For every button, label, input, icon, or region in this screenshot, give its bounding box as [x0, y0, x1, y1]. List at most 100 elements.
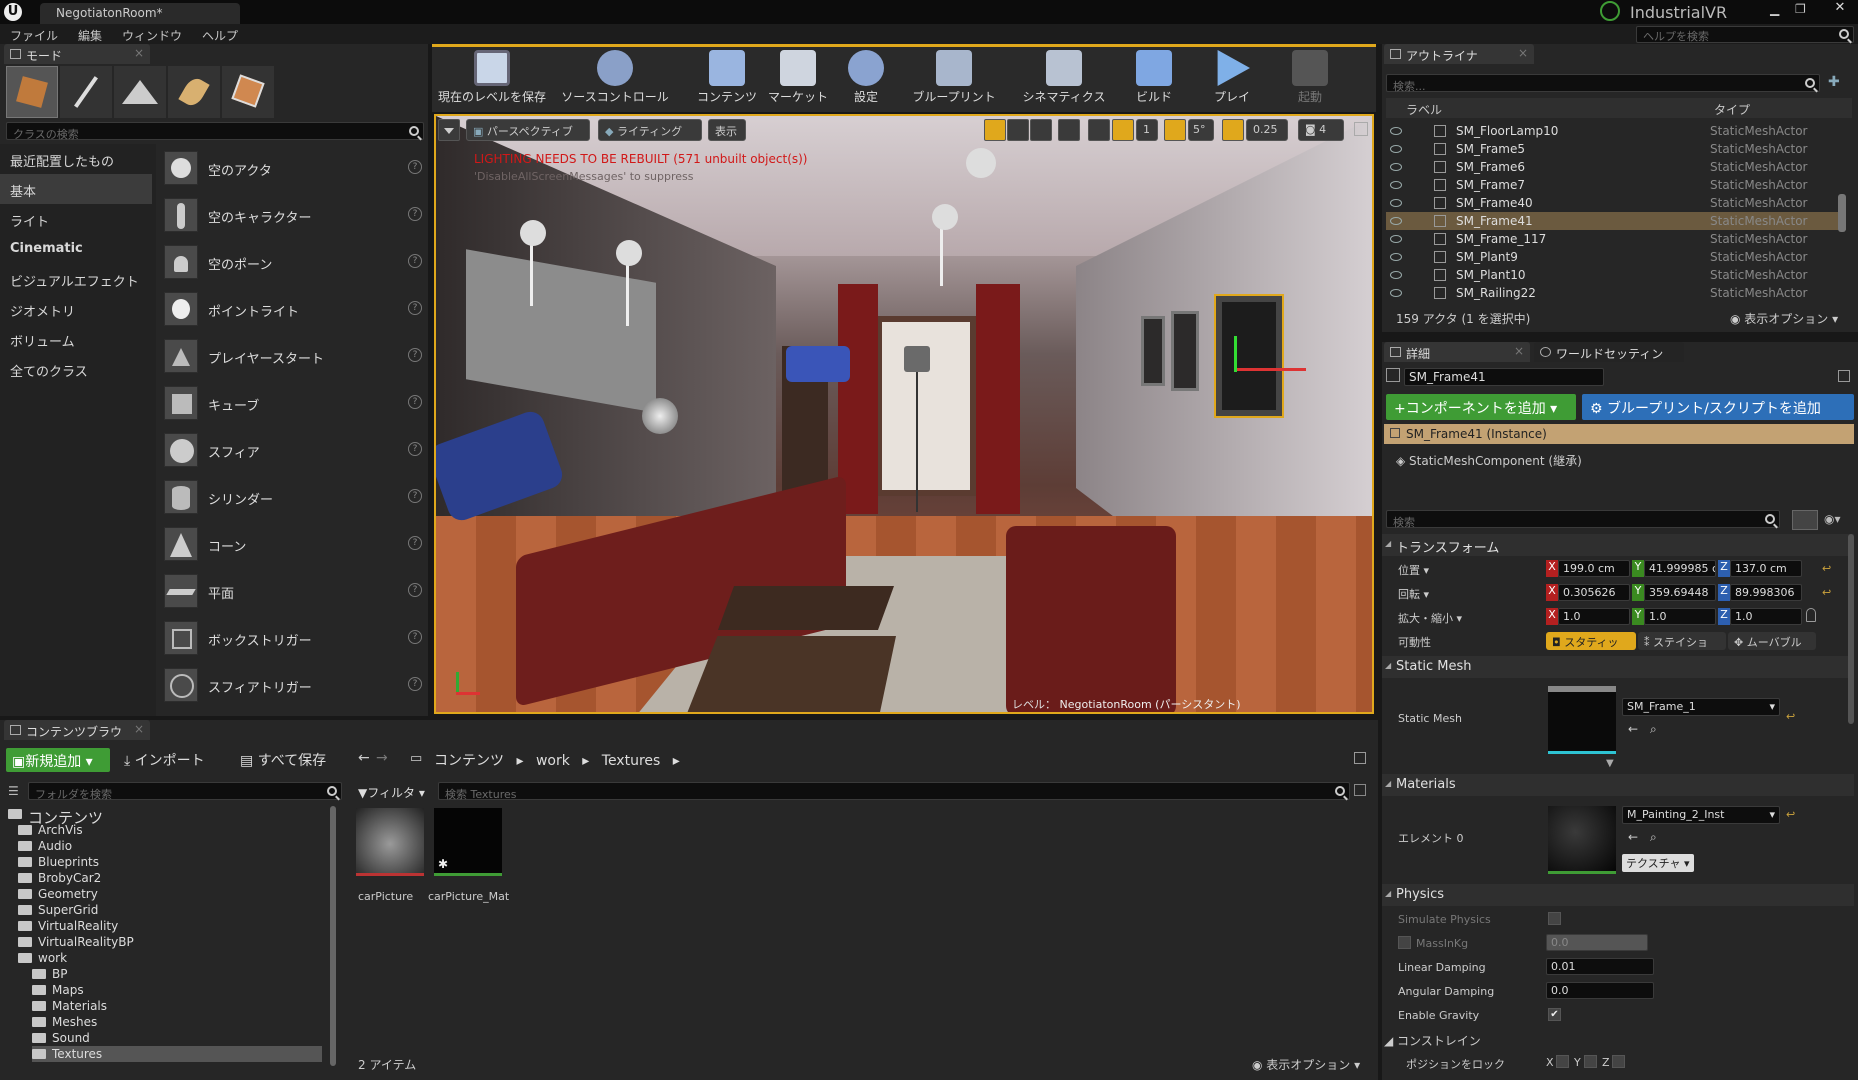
- folder-item[interactable]: Geometry: [18, 886, 322, 902]
- folder-item[interactable]: Meshes: [32, 1014, 322, 1030]
- eye-icon[interactable]: [1390, 271, 1402, 279]
- perspective-dropdown[interactable]: ▣ パースペクティブ: [466, 119, 590, 141]
- reset-location-icon[interactable]: ↩: [1822, 562, 1831, 575]
- outliner-row[interactable]: SM_Plant10 StaticMeshActor: [1386, 266, 1846, 284]
- actor-sphere[interactable]: スフィア?: [162, 430, 422, 470]
- grid-snap-icon[interactable]: [1112, 119, 1134, 141]
- category-volumes[interactable]: ボリューム: [0, 324, 152, 354]
- play-button[interactable]: プレイ: [1208, 48, 1256, 104]
- viewport-menu-icon[interactable]: [438, 119, 460, 141]
- scale-y-field[interactable]: 1.0: [1644, 608, 1716, 625]
- asset-carpicture[interactable]: [356, 808, 424, 876]
- actor-plane[interactable]: 平面?: [162, 571, 422, 611]
- help-icon[interactable]: ?: [408, 160, 422, 174]
- use-selected-arrow-icon[interactable]: ←: [1628, 722, 1638, 736]
- static-mesh-thumbnail[interactable]: [1548, 686, 1616, 754]
- translate-tool-icon[interactable]: [984, 119, 1006, 141]
- selected-frame[interactable]: [1214, 294, 1284, 418]
- rotate-tool-icon[interactable]: [1007, 119, 1029, 141]
- tab-content-browser[interactable]: コンテンツブラウ ×: [4, 720, 150, 740]
- linear-damping-field[interactable]: 0.01: [1546, 958, 1654, 975]
- mobility-static-button[interactable]: ◘ スタティッ: [1546, 632, 1636, 650]
- reset-mesh-icon[interactable]: ↩: [1786, 710, 1795, 723]
- menu-window[interactable]: ウィンドウ: [122, 27, 182, 44]
- outliner-row[interactable]: SM_Frame6 StaticMeshActor: [1386, 158, 1846, 176]
- level-tab[interactable]: NegotiatonRoom*: [40, 3, 240, 24]
- add-filter-icon[interactable]: ✚: [1828, 74, 1848, 92]
- maximize-viewport-icon[interactable]: [1354, 122, 1368, 136]
- folder-item[interactable]: BrobyCar2: [18, 870, 322, 886]
- lock-scale-icon[interactable]: [1806, 608, 1816, 622]
- spotlight-icon[interactable]: [966, 148, 996, 178]
- breadcrumb-content[interactable]: コンテンツ: [434, 753, 504, 769]
- eye-icon[interactable]: [1390, 199, 1402, 207]
- category-basic[interactable]: 基本: [0, 174, 152, 204]
- category-recent[interactable]: 最近配置したもの: [0, 144, 152, 174]
- help-icon[interactable]: ?: [408, 395, 422, 409]
- breadcrumb-work[interactable]: work: [536, 753, 570, 769]
- eye-icon[interactable]: [1390, 235, 1402, 243]
- maximize-icon[interactable]: ❐: [1795, 2, 1806, 16]
- eye-icon[interactable]: [1390, 217, 1402, 225]
- help-search-input[interactable]: ヘルプを検索: [1636, 26, 1854, 43]
- close-icon[interactable]: ×: [134, 722, 144, 736]
- folder-item[interactable]: BP: [32, 966, 322, 982]
- gizmo-z-axis[interactable]: [1234, 336, 1237, 372]
- constraints-group[interactable]: ◢ コンストレイン: [1384, 1032, 1481, 1049]
- eye-icon[interactable]: [1390, 181, 1402, 189]
- eye-icon[interactable]: [1390, 253, 1402, 261]
- paint-mode-icon[interactable]: [60, 66, 112, 118]
- sources-toggle-icon[interactable]: ☰: [8, 784, 19, 798]
- help-icon[interactable]: ?: [408, 536, 422, 550]
- forward-arrow-icon[interactable]: →: [376, 750, 388, 766]
- place-mode-icon[interactable]: [6, 66, 58, 118]
- folder-item[interactable]: Materials: [32, 998, 322, 1014]
- lock-x-checkbox[interactable]: [1556, 1055, 1569, 1068]
- minimize-icon[interactable]: ▁: [1770, 2, 1779, 16]
- blueprint-script-button[interactable]: ⚙ ブループリント/スクリプトを追加: [1582, 394, 1854, 420]
- geometry-mode-icon[interactable]: [222, 66, 274, 118]
- actor-player-start[interactable]: プレイヤースタート?: [162, 336, 422, 376]
- category-cinematic[interactable]: Cinematic: [0, 234, 152, 264]
- breadcrumb-textures[interactable]: Textures: [602, 753, 661, 769]
- breadcrumb-separator-icon[interactable]: ▸: [582, 753, 589, 769]
- outliner-row[interactable]: SM_FloorLamp10 StaticMeshActor: [1386, 122, 1846, 140]
- scale-x-field[interactable]: 1.0: [1558, 608, 1630, 625]
- folder-item[interactable]: work: [18, 950, 322, 966]
- material-combo[interactable]: M_Painting_2_Inst ▾: [1622, 806, 1780, 824]
- lock-z-checkbox[interactable]: [1612, 1055, 1625, 1068]
- scale-label[interactable]: 拡大・縮小 ▾: [1398, 610, 1462, 626]
- help-icon[interactable]: ?: [408, 442, 422, 456]
- component-row[interactable]: ◈ StaticMeshComponent (継承): [1396, 452, 1582, 469]
- world-space-icon[interactable]: [1058, 119, 1080, 141]
- lock-y-checkbox[interactable]: [1584, 1055, 1597, 1068]
- help-icon[interactable]: ?: [408, 677, 422, 691]
- import-button[interactable]: ⤓ インポート: [124, 750, 205, 770]
- help-icon[interactable]: ?: [408, 254, 422, 268]
- grid-snap-value[interactable]: 1: [1136, 119, 1158, 141]
- rotation-z-field[interactable]: 89.998306: [1730, 584, 1802, 601]
- outliner-row[interactable]: SM_Frame40 StaticMeshActor: [1386, 194, 1846, 212]
- eye-icon[interactable]: [1390, 289, 1402, 297]
- folder-search-input[interactable]: フォルダを検索: [28, 782, 342, 801]
- asset-carpicture-mat[interactable]: ✱: [434, 808, 502, 876]
- spotlight-icon[interactable]: [520, 220, 546, 246]
- use-selected-arrow-icon[interactable]: ←: [1628, 830, 1638, 844]
- actor-point-light[interactable]: ポイントライト?: [162, 289, 422, 329]
- actor-empty-pawn[interactable]: 空のポーン?: [162, 242, 422, 282]
- help-icon[interactable]: ?: [408, 301, 422, 315]
- scale-z-field[interactable]: 1.0: [1730, 608, 1802, 625]
- actor-box-trigger[interactable]: ボックストリガー?: [162, 618, 422, 658]
- class-search-input[interactable]: クラスの検索: [6, 122, 424, 141]
- reflection-capture-icon[interactable]: [642, 398, 678, 434]
- actor-empty-actor[interactable]: 空のアクタ?: [162, 148, 422, 188]
- mass-override-checkbox[interactable]: [1398, 936, 1411, 949]
- outliner-row[interactable]: SM_Plant9 StaticMeshActor: [1386, 248, 1846, 266]
- foliage-mode-icon[interactable]: [168, 66, 220, 118]
- transform-section[interactable]: トランスフォーム: [1382, 534, 1854, 556]
- save-level-button[interactable]: 現在のレベルを保存: [436, 48, 548, 104]
- lock-icon[interactable]: [1838, 370, 1850, 382]
- help-icon[interactable]: ?: [408, 630, 422, 644]
- location-label[interactable]: 位置 ▾: [1398, 562, 1429, 578]
- filter-dropdown[interactable]: ▼フィルタ ▾: [358, 784, 425, 801]
